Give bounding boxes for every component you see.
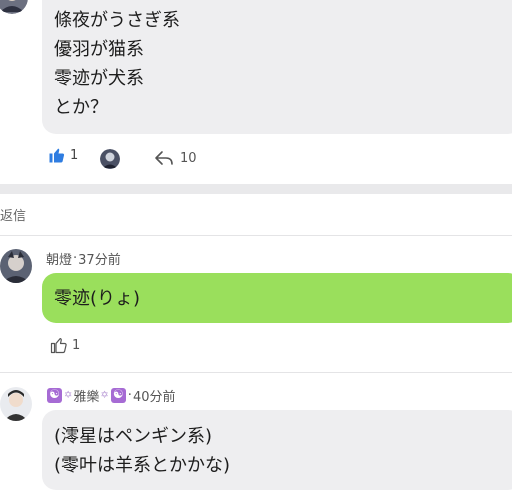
reply1-time: 37分前: [78, 253, 121, 268]
divider-line: [0, 235, 512, 236]
reply1-meta: 朝燈 · 37分前: [46, 249, 121, 268]
reply1-like-count: 1: [72, 337, 81, 353]
reply2-line: (零叶は羊系とかかな): [54, 455, 231, 476]
reply-count: 10: [180, 150, 197, 166]
top-post-avatar[interactable]: [0, 0, 28, 14]
section-divider: [0, 184, 512, 194]
like-button[interactable]: 1: [48, 146, 78, 164]
sparkle-icon: ✡: [100, 390, 109, 401]
reply2-meta: ✡ 雅樂 ✡ · 40分前: [46, 386, 175, 405]
reply1-bubble: 零迹(りょ): [42, 273, 512, 323]
like-count: 1: [70, 147, 79, 163]
top-post-line: 條夜がうさぎ系: [54, 10, 180, 31]
reply1-text: 零迹(りょ): [54, 288, 141, 309]
yin-yang-icon: [110, 387, 126, 403]
reply2-author[interactable]: 雅樂: [73, 386, 99, 405]
reply2-line: (澪星はペンギン系): [54, 426, 213, 447]
reply-arrow-icon: [154, 150, 174, 166]
reply2-time: 40分前: [132, 390, 176, 405]
sparkle-icon: ✡: [64, 390, 73, 401]
thumbs-up-outline-icon: [50, 336, 68, 354]
reply1-avatar[interactable]: [0, 249, 32, 283]
meta-separator: ·: [127, 388, 132, 403]
top-post-line: 優羽が猫系: [54, 39, 144, 60]
reply1-author[interactable]: 朝燈: [46, 249, 72, 268]
liker-avatar[interactable]: [100, 149, 120, 169]
divider-line: [0, 372, 512, 373]
top-post-line: 零迹が犬系: [54, 68, 144, 89]
reply1-like-button[interactable]: 1: [50, 336, 80, 354]
meta-separator: ·: [73, 251, 78, 266]
reply2-avatar[interactable]: [0, 387, 32, 421]
reply-button[interactable]: 10: [154, 150, 197, 166]
replies-section-label: 返信: [0, 209, 27, 224]
thumbs-up-icon: [48, 146, 66, 164]
top-post-line: とか？: [54, 97, 108, 118]
top-post-bubble: 條夜がうさぎ系 優羽が猫系 零迹が犬系 とか？: [42, 0, 512, 134]
reply2-bubble: (澪星はペンギン系) (零叶は羊系とかかな): [42, 410, 512, 490]
yin-yang-icon: [47, 387, 62, 403]
